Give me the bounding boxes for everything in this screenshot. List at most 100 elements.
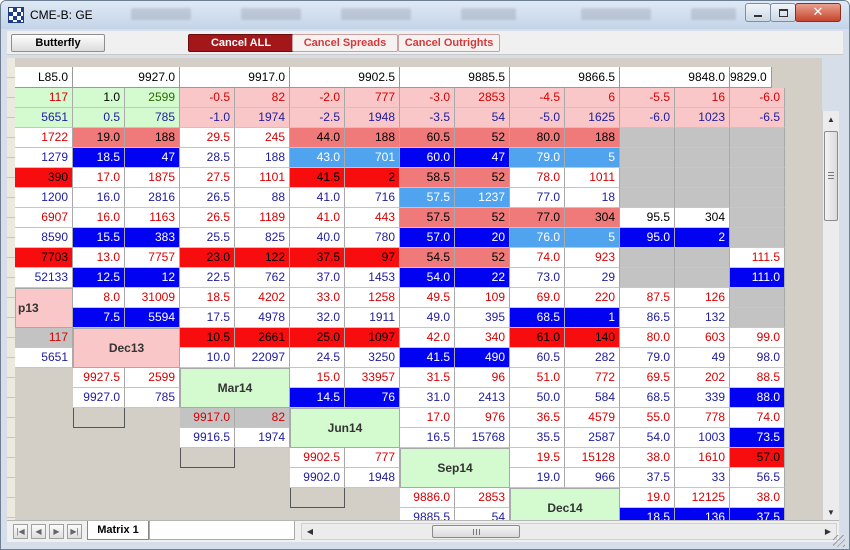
bid-price-cell[interactable]: 18.5 bbox=[620, 508, 675, 520]
offer-price-cell[interactable]: 44.0 bbox=[290, 128, 345, 148]
bid-price-cell[interactable]: -6.5 bbox=[730, 108, 785, 128]
offer-qty-cell[interactable]: 777 bbox=[345, 448, 400, 468]
bid-qty-cell[interactable]: 20 bbox=[455, 228, 510, 248]
bid-price-cell[interactable]: 79.0 bbox=[620, 348, 675, 368]
bid-qty-cell[interactable]: 15768 bbox=[455, 428, 510, 448]
bid-price-cell[interactable]: -3.5 bbox=[400, 108, 455, 128]
bid-qty-cell[interactable]: 966 bbox=[565, 468, 620, 488]
offer-price-cell[interactable]: 55.0 bbox=[620, 408, 675, 428]
offer-price-cell[interactable]: 74.0 bbox=[510, 248, 565, 268]
offer-price-cell[interactable]: 25.0 bbox=[290, 328, 345, 348]
bid-qty-cell[interactable]: 3250 bbox=[345, 348, 400, 368]
offer-price-cell[interactable] bbox=[730, 288, 785, 308]
bid-price-cell[interactable]: 76.0 bbox=[510, 228, 565, 248]
bid-qty-cell[interactable] bbox=[675, 148, 730, 168]
bid-qty-cell[interactable]: 76 bbox=[345, 388, 400, 408]
offer-price-cell[interactable]: 95.5 bbox=[620, 208, 675, 228]
bid-price-cell[interactable]: 16.5 bbox=[400, 428, 455, 448]
next-sheet-icon[interactable]: ▶ bbox=[49, 524, 64, 539]
offer-qty-cell[interactable]: 443 bbox=[345, 208, 400, 228]
bid-qty-cell[interactable]: 47 bbox=[455, 148, 510, 168]
bid-qty-cell[interactable]: 1625 bbox=[565, 108, 620, 128]
title-bar[interactable]: CME-B: GE ✕ bbox=[1, 1, 849, 29]
bid-qty-cell[interactable]: 584 bbox=[565, 388, 620, 408]
offer-qty-cell[interactable]: 2599 bbox=[125, 368, 180, 388]
bid-qty-cell[interactable]: 12 bbox=[125, 268, 180, 288]
offer-price-cell[interactable]: 69.5 bbox=[620, 368, 675, 388]
bid-qty-cell[interactable]: 2816 bbox=[125, 188, 180, 208]
offer-price-cell[interactable]: -6.0 bbox=[730, 88, 785, 108]
offer-qty-cell[interactable]: 2853 bbox=[455, 488, 510, 508]
bid-qty-cell[interactable] bbox=[675, 268, 730, 288]
offer-qty-cell[interactable]: 15128 bbox=[565, 448, 620, 468]
offer-stub-cell[interactable]: 117 bbox=[15, 328, 73, 348]
offer-price-cell[interactable] bbox=[730, 128, 785, 148]
bid-qty-cell[interactable]: 339 bbox=[675, 388, 730, 408]
bid-price-cell[interactable] bbox=[730, 228, 785, 248]
offer-price-cell[interactable] bbox=[620, 128, 675, 148]
offer-qty-cell[interactable]: 1101 bbox=[235, 168, 290, 188]
offer-qty-cell[interactable]: 1011 bbox=[565, 168, 620, 188]
bid-price-cell[interactable]: 16.0 bbox=[73, 188, 125, 208]
bid-qty-cell[interactable]: 47 bbox=[125, 148, 180, 168]
bid-price-cell[interactable] bbox=[730, 188, 785, 208]
bid-price-cell[interactable]: 18.5 bbox=[73, 148, 125, 168]
offer-qty-cell[interactable]: 52 bbox=[455, 208, 510, 228]
offer-stub-cell[interactable]: 1722 bbox=[15, 128, 73, 148]
bid-price-cell[interactable]: 86.5 bbox=[620, 308, 675, 328]
offer-price-cell[interactable]: -2.0 bbox=[290, 88, 345, 108]
bid-qty-cell[interactable]: 136 bbox=[675, 508, 730, 520]
offer-price-cell[interactable]: 60.5 bbox=[400, 128, 455, 148]
bid-price-cell[interactable]: 35.5 bbox=[510, 428, 565, 448]
offer-price-cell[interactable]: 15.0 bbox=[290, 368, 345, 388]
bid-price-cell[interactable]: 0.5 bbox=[73, 108, 125, 128]
offer-price-cell[interactable]: 27.5 bbox=[180, 168, 235, 188]
cancel-spreads-button[interactable]: Cancel Spreads bbox=[292, 34, 398, 52]
bid-qty-cell[interactable]: 22 bbox=[455, 268, 510, 288]
offer-price-cell[interactable] bbox=[730, 168, 785, 188]
bid-stub-cell[interactable]: 52133 bbox=[15, 268, 73, 288]
bid-price-cell[interactable]: 77.0 bbox=[510, 188, 565, 208]
offer-qty-cell[interactable]: 2599 bbox=[125, 88, 180, 108]
bid-qty-cell[interactable]: 1974 bbox=[235, 428, 290, 448]
offer-price-cell[interactable]: 54.5 bbox=[400, 248, 455, 268]
offer-price-cell[interactable]: 87.5 bbox=[620, 288, 675, 308]
bid-price-cell[interactable]: 98.0 bbox=[730, 348, 785, 368]
scroll-up-arrow-icon[interactable]: ▲ bbox=[823, 111, 839, 128]
offer-stub-cell[interactable]: 117 bbox=[15, 88, 73, 108]
bid-qty-cell[interactable]: 490 bbox=[455, 348, 510, 368]
offer-qty-cell[interactable]: 97 bbox=[345, 248, 400, 268]
bid-qty-cell[interactable]: 785 bbox=[125, 108, 180, 128]
bid-qty-cell[interactable]: 1 bbox=[565, 308, 620, 328]
offer-qty-cell[interactable] bbox=[675, 248, 730, 268]
bid-price-cell[interactable]: 24.5 bbox=[290, 348, 345, 368]
offer-qty-cell[interactable]: 202 bbox=[675, 368, 730, 388]
bid-qty-cell[interactable]: 1948 bbox=[345, 468, 400, 488]
bid-qty-cell[interactable]: 29 bbox=[565, 268, 620, 288]
bid-qty-cell[interactable]: 1023 bbox=[675, 108, 730, 128]
offer-qty-cell[interactable]: 2661 bbox=[235, 328, 290, 348]
bid-price-cell[interactable]: 17.5 bbox=[180, 308, 235, 328]
offer-price-cell[interactable]: 18.5 bbox=[180, 288, 235, 308]
offer-qty-cell[interactable]: 188 bbox=[125, 128, 180, 148]
offer-price-cell[interactable]: 69.0 bbox=[510, 288, 565, 308]
offer-qty-cell[interactable]: 126 bbox=[675, 288, 730, 308]
bid-price-cell[interactable]: 15.5 bbox=[73, 228, 125, 248]
offer-price-cell[interactable]: 9886.0 bbox=[400, 488, 455, 508]
offer-qty-cell[interactable]: 245 bbox=[235, 128, 290, 148]
offer-price-cell[interactable]: 19.0 bbox=[73, 128, 125, 148]
bid-qty-cell[interactable]: 188 bbox=[235, 148, 290, 168]
bid-price-cell[interactable]: 88.0 bbox=[730, 388, 785, 408]
offer-price-cell[interactable]: 38.0 bbox=[620, 448, 675, 468]
bid-qty-cell[interactable]: 716 bbox=[345, 188, 400, 208]
bid-price-cell[interactable]: 60.0 bbox=[400, 148, 455, 168]
bid-stub-cell[interactable]: 5651 bbox=[15, 108, 73, 128]
maximize-button[interactable] bbox=[770, 3, 796, 22]
bid-price-cell[interactable]: 9885.5 bbox=[400, 508, 455, 520]
bid-price-cell[interactable] bbox=[730, 148, 785, 168]
offer-qty-cell[interactable]: 4202 bbox=[235, 288, 290, 308]
offer-price-cell[interactable]: 17.0 bbox=[400, 408, 455, 428]
offer-qty-cell[interactable]: 1163 bbox=[125, 208, 180, 228]
bid-price-cell[interactable]: 57.5 bbox=[400, 188, 455, 208]
bid-price-cell[interactable]: 41.5 bbox=[400, 348, 455, 368]
